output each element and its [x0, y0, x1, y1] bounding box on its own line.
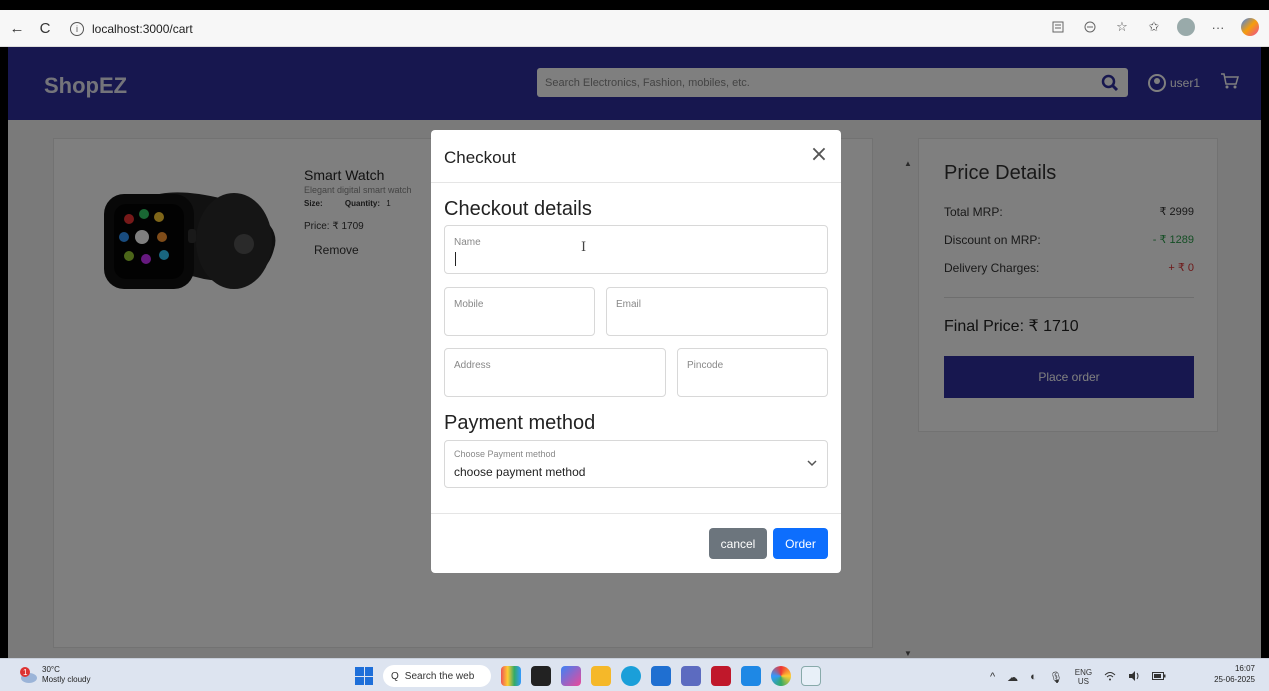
battery-icon[interactable]: [1152, 671, 1166, 683]
cancel-button[interactable]: cancel: [709, 528, 767, 559]
url-text[interactable]: localhost:3000/cart: [92, 22, 193, 36]
back-arrow-icon[interactable]: ←: [6, 17, 28, 39]
windows-start-icon[interactable]: [355, 667, 373, 685]
payment-method-title: Payment method: [444, 412, 596, 434]
zoom-icon[interactable]: [1081, 18, 1099, 36]
system-tray: ^ ☁ ◐ 🎙 ENG US: [990, 668, 1166, 686]
taskbar-search[interactable]: Q Search the web: [383, 665, 491, 687]
payment-method-label: Choose Payment method: [454, 449, 556, 459]
weather-text: 30°C Mostly cloudy: [42, 665, 90, 685]
vscode-icon[interactable]: [741, 666, 761, 686]
checkout-details-title: Checkout details: [444, 198, 592, 220]
store-icon[interactable]: [651, 666, 671, 686]
microphone-icon[interactable]: 🎙: [1049, 671, 1063, 684]
clock-time: 16:07: [1234, 664, 1255, 673]
volume-icon[interactable]: [1128, 670, 1140, 684]
photos-app-icon[interactable]: [681, 666, 701, 686]
favorites-list-icon[interactable]: ✩: [1145, 18, 1163, 36]
weather-condition: Mostly cloudy: [42, 675, 91, 684]
temperature: 30°C: [42, 665, 60, 674]
payment-method-select[interactable]: Choose Payment method choose payment met…: [444, 440, 828, 488]
system-clock[interactable]: 16:07 25-06-2025: [1214, 663, 1255, 685]
name-field[interactable]: Name I: [444, 225, 828, 274]
search-icon: Q: [391, 670, 399, 682]
chevron-down-icon: [807, 456, 817, 470]
language-code: ENG: [1074, 668, 1093, 677]
weather-icon: 1: [18, 666, 38, 684]
language-indicator[interactable]: ENG US: [1075, 668, 1092, 686]
favorite-star-icon[interactable]: ☆: [1113, 18, 1131, 36]
security-icon[interactable]: ◐: [1030, 671, 1037, 683]
reading-view-icon[interactable]: [1049, 18, 1067, 36]
os-taskbar: 1 30°C Mostly cloudy Q Search the web ^ …: [0, 658, 1269, 691]
widgets-icon[interactable]: [501, 666, 521, 686]
payment-method-value: choose payment method: [454, 465, 586, 479]
task-view-icon[interactable]: [531, 666, 551, 686]
taskbar-apps: Q Search the web: [355, 665, 821, 687]
address-label: Address: [454, 360, 491, 371]
mobile-label: Mobile: [454, 299, 484, 310]
email-label: Email: [616, 299, 642, 310]
copilot-app-icon[interactable]: [561, 666, 581, 686]
file-explorer-icon[interactable]: [591, 666, 611, 686]
clock-date: 25-06-2025: [1214, 675, 1255, 684]
mobile-field[interactable]: Mobile: [444, 287, 595, 336]
screen-top-strip: [0, 0, 1269, 10]
mcafee-icon[interactable]: [711, 666, 731, 686]
more-menu-icon[interactable]: ···: [1209, 18, 1227, 36]
edge-browser-icon[interactable]: [621, 666, 641, 686]
pincode-field[interactable]: Pincode: [677, 348, 828, 397]
close-icon[interactable]: ×: [809, 144, 829, 166]
address-bar[interactable]: i localhost:3000/cart: [70, 18, 1050, 40]
text-caret: [455, 252, 456, 266]
browser-toolbar: ← C i localhost:3000/cart ☆ ✩ ···: [0, 10, 1269, 47]
address-field[interactable]: Address: [444, 348, 666, 397]
checkout-modal: Checkout × Checkout details Name I Mobil…: [431, 130, 841, 573]
chevron-up-icon[interactable]: ^: [990, 671, 995, 683]
modal-header: Checkout ×: [431, 130, 841, 183]
wifi-icon[interactable]: [1104, 671, 1116, 684]
modal-footer: cancel Order: [431, 513, 841, 573]
weather-widget[interactable]: 1 30°C Mostly cloudy: [18, 665, 90, 685]
region-code: US: [1077, 677, 1090, 686]
svg-text:1: 1: [23, 668, 28, 677]
network-tool-icon[interactable]: [801, 666, 821, 686]
chrome-icon[interactable]: [771, 666, 791, 686]
order-button[interactable]: Order: [773, 528, 828, 559]
taskbar-search-label: Search the web: [404, 670, 475, 682]
pincode-label: Pincode: [687, 360, 724, 371]
ibeam-cursor-icon: I: [581, 240, 587, 255]
name-label: Name: [454, 237, 481, 248]
email-field[interactable]: Email: [606, 287, 828, 336]
profile-avatar-icon[interactable]: [1177, 18, 1195, 36]
reload-icon[interactable]: C: [34, 17, 56, 39]
modal-title: Checkout: [444, 148, 516, 167]
onedrive-icon[interactable]: ☁: [1007, 671, 1018, 684]
browser-tools: ☆ ✩ ···: [1049, 18, 1259, 36]
copilot-icon[interactable]: [1241, 18, 1259, 36]
site-info-icon[interactable]: i: [70, 22, 84, 36]
